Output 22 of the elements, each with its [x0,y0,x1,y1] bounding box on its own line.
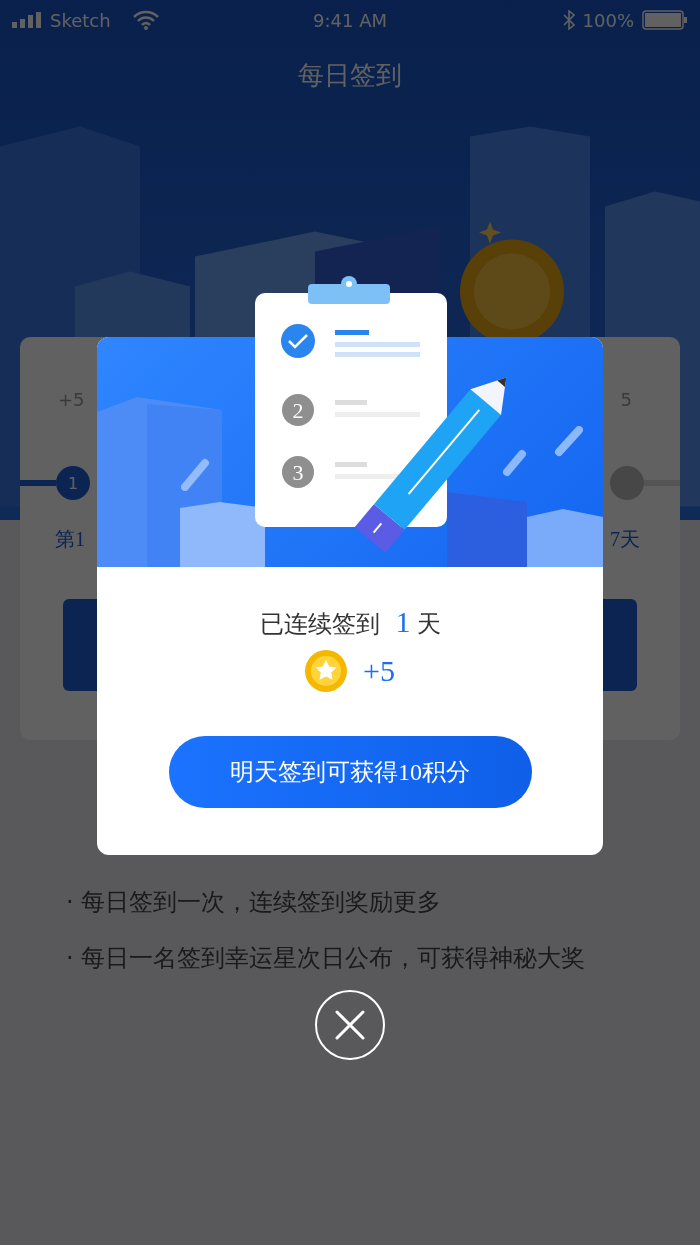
day-label: 第1 [55,527,85,552]
streak-text: 已连续签到 1 天 [259,611,441,637]
close-icon [335,1010,365,1040]
close-button[interactable] [315,990,385,1060]
day-label: 7天 [610,527,640,552]
rule-text: · 每日签到一次，连续签到奖励更多 [66,887,443,918]
battery-percentage: 100% [582,9,634,31]
points-earned: +5 [363,654,395,688]
sparkle-icon [479,221,501,244]
star-coin-icon [305,650,348,692]
status-time: 9:41 AM [313,9,387,31]
day-step: 1 [56,466,90,500]
wifi-icon [132,10,159,30]
tomorrow-points-button[interactable]: 明天签到可获得10积分 [168,736,532,808]
carrier-name: Sketch [50,9,111,31]
step-number: 2 [292,398,304,423]
page-title: 每日签到 [297,59,403,92]
signal-icon [12,12,42,28]
rule-text: · 每日一名签到幸运星次日公布，可获得神秘大奖 [66,943,587,974]
step-number: 3 [292,460,304,485]
battery-icon [642,10,688,30]
bluetooth-icon [562,10,575,30]
